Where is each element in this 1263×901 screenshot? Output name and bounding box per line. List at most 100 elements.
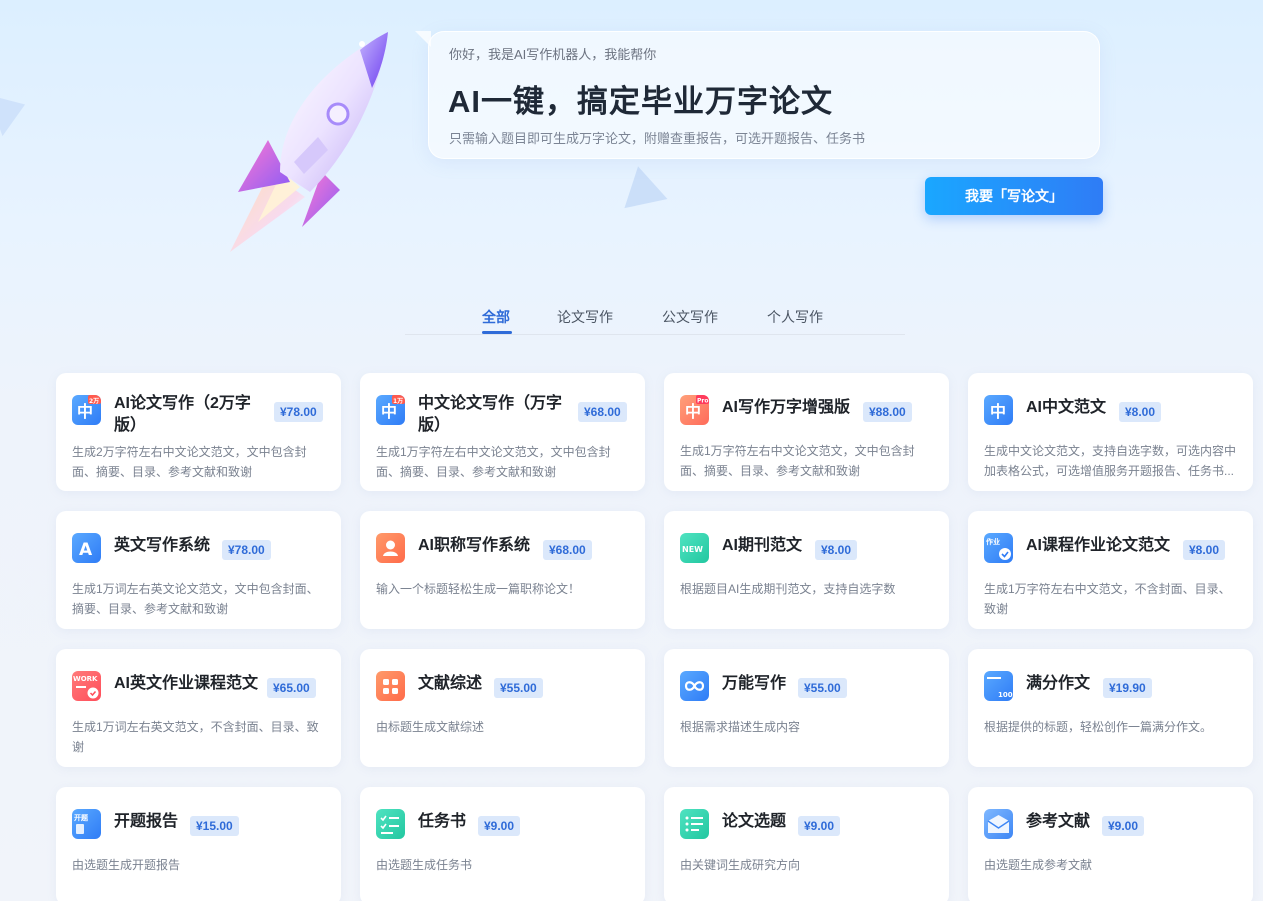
product-card[interactable]: 开题 开题报告 ¥15.00 由选题生成开题报告 (56, 787, 341, 901)
card-title: 任务书 (418, 813, 467, 830)
card-title: AI课程作业论文范文 (1026, 537, 1171, 554)
person-icon (376, 533, 405, 563)
product-card[interactable]: 文献综述 ¥55.00 由标题生成文献综述 (360, 649, 645, 767)
product-card[interactable]: 中 1万 中文论文写作（万字版） ¥68.00 生成1万字符左右中文论文范文，文中… (360, 373, 645, 491)
card-description: 由选题生成任务书 (376, 858, 473, 872)
card-description: 生成1万词左右英文论文范文，文中包含封面、摘要、目录、参考文献和致谢 (72, 582, 319, 616)
card-description: 生成1万字符左右中文范文，不含封面、目录、致谢 (984, 582, 1231, 616)
tab-all[interactable]: 全部 (482, 307, 510, 327)
card-title: AI论文写作（2万字版） (114, 395, 251, 434)
active-tab-indicator (482, 331, 512, 334)
price-badge: ¥68.00 (543, 540, 592, 560)
tab-official-writing[interactable]: 公文写作 (662, 307, 718, 327)
card-title: 开题报告 (114, 813, 179, 830)
card-description: 根据题目AI生成期刊范文，支持自选字数 (680, 582, 896, 596)
decorative-triangle (0, 83, 33, 137)
card-description: 由选题生成开题报告 (72, 858, 181, 872)
price-badge: ¥15.00 (190, 816, 239, 836)
proposal-icon: 开题 (72, 809, 101, 839)
tab-thesis-writing[interactable]: 论文写作 (557, 307, 613, 327)
svg-text:Pro: Pro (697, 398, 708, 405)
category-tabs: 全部 论文写作 公文写作 个人写作 (405, 300, 905, 335)
card-description: 生成2万字符左右中文论文范文，文中包含封面、摘要、目录、参考文献和致谢 (72, 445, 307, 479)
card-description: 由选题生成参考文献 (984, 858, 1093, 872)
svg-text:NEW: NEW (682, 545, 703, 554)
product-card[interactable]: 中 AI中文范文 ¥8.00 生成中文论文范文，支持自选字数，可选内容中加表格公… (968, 373, 1253, 491)
product-card[interactable]: WORK AI英文作业课程范文 ¥65.00 生成1万词左右英文范文，不含封面、… (56, 649, 341, 767)
rocket-illustration (230, 32, 388, 252)
hero-subtitle: 只需输入题目即可生成万字论文，附赠查重报告，可选开题报告、任务书 (449, 131, 866, 146)
product-card[interactable]: 参考文献 ¥9.00 由选题生成参考文献 (968, 787, 1253, 901)
price-badge: ¥88.00 (863, 402, 912, 422)
product-card[interactable]: A 英文写作系统 ¥78.00 生成1万词左右英文论文范文，文中包含封面、摘要、… (56, 511, 341, 629)
write-paper-button[interactable]: 我要「写论文」 (925, 177, 1103, 215)
card-title: AI英文作业课程范文 (114, 675, 259, 692)
svg-text:开题: 开题 (74, 813, 89, 822)
card-description: 生成中文论文范文，支持自选字数，可选内容中加表格公式，可选增值服务开题报告、任务… (984, 444, 1237, 478)
card-title: 文献综述 (418, 675, 483, 692)
price-badge: ¥9.00 (478, 816, 521, 836)
product-card[interactable]: 论文选题 ¥9.00 由关键词生成研究方向 (664, 787, 949, 901)
svg-text:作业: 作业 (986, 537, 1000, 546)
card-title: AI中文范文 (1026, 399, 1107, 416)
card-description: 生成1万字符左右中文论文范文，文中包含封面、摘要、目录、参考文献和致谢 (376, 445, 611, 479)
price-badge: ¥9.00 (1102, 816, 1145, 836)
card-title: 英文写作系统 (114, 537, 211, 554)
chinese-char-icon: 中 2万 (72, 395, 101, 425)
product-card[interactable]: 中 2万 AI论文写作（2万字版） ¥78.00 生成2万字符左右中文论文范文，文… (56, 373, 341, 491)
card-title: 论文选题 (722, 813, 787, 830)
svg-text:2万: 2万 (89, 398, 99, 405)
svg-text:100: 100 (998, 691, 1013, 699)
decorative-triangle (616, 161, 668, 209)
price-badge: ¥19.90 (1103, 678, 1152, 698)
card-title: AI职称写作系统 (418, 537, 531, 554)
checklist-icon (376, 809, 405, 839)
product-card[interactable]: NEW AI期刊范文 ¥8.00 根据题目AI生成期刊范文，支持自选字数 (664, 511, 949, 629)
product-card[interactable]: 中 Pro AI写作万字增强版 ¥88.00 生成1万字符左右中文论文范文，文中包… (664, 373, 949, 491)
price-badge: ¥8.00 (1119, 402, 1162, 422)
card-title: 参考文献 (1026, 813, 1091, 830)
work-icon: WORK (72, 671, 101, 701)
product-card[interactable]: AI职称写作系统 ¥68.00 输入一个标题轻松生成一篇职称论文！ (360, 511, 645, 629)
product-card[interactable]: 100 满分作文 ¥19.90 根据提供的标题，轻松创作一篇满分作文。 (968, 649, 1253, 767)
grid-icon (376, 671, 405, 701)
card-description: 根据需求描述生成内容 (680, 720, 801, 734)
svg-text:中: 中 (685, 402, 701, 421)
svg-text:1万: 1万 (393, 398, 403, 405)
product-card[interactable]: 任务书 ¥9.00 由选题生成任务书 (360, 787, 645, 901)
hero-title: AI一键，搞定毕业万字论文 (448, 84, 833, 119)
new-journal-icon: NEW (680, 533, 709, 563)
card-description: 由关键词生成研究方向 (680, 858, 801, 872)
chinese-char-icon: 中 (984, 395, 1013, 425)
card-description: 输入一个标题轻松生成一篇职称论文！ (376, 582, 581, 596)
envelope-icon (984, 809, 1013, 839)
hero-greeting: 你好，我是AI写作机器人，我能帮你 (449, 47, 657, 62)
card-title: 满分作文 (1026, 675, 1091, 692)
letter-a-icon: A (72, 533, 101, 563)
svg-text:A: A (79, 540, 93, 560)
infinity-icon (680, 671, 709, 701)
score-100-icon: 100 (984, 671, 1013, 701)
card-description: 根据提供的标题，轻松创作一篇满分作文。 (984, 720, 1213, 734)
price-badge: ¥65.00 (267, 678, 316, 698)
price-badge: ¥78.00 (222, 540, 271, 560)
svg-text:中: 中 (990, 402, 1006, 421)
hero-panel: 你好，我是AI写作机器人，我能帮你 AI一键，搞定毕业万字论文 只需输入题目即可… (415, 31, 1100, 159)
card-description: 生成1万字符左右中文论文范文，文中包含封面、摘要、目录、参考文献和致谢 (680, 444, 915, 478)
price-badge: ¥68.00 (578, 402, 627, 422)
card-title: 中文论文写作（万字版） (418, 395, 563, 434)
product-card[interactable]: 作业 AI课程作业论文范文 ¥8.00 生成1万字符左右中文范文，不含封面、目录… (968, 511, 1253, 629)
product-card[interactable]: 万能写作 ¥55.00 根据需求描述生成内容 (664, 649, 949, 767)
topic-list-icon (680, 809, 709, 839)
price-badge: ¥78.00 (274, 402, 323, 422)
card-title: 万能写作 (722, 675, 787, 692)
card-title: AI写作万字增强版 (722, 399, 851, 416)
price-badge: ¥55.00 (494, 678, 543, 698)
price-badge: ¥55.00 (798, 678, 847, 698)
homework-check-icon: 作业 (984, 533, 1013, 563)
card-title: AI期刊范文 (722, 537, 803, 554)
price-badge: ¥8.00 (815, 540, 858, 560)
price-badge: ¥9.00 (798, 816, 841, 836)
tab-personal-writing[interactable]: 个人写作 (767, 307, 823, 327)
chinese-char-icon: 中 1万 (376, 395, 405, 425)
